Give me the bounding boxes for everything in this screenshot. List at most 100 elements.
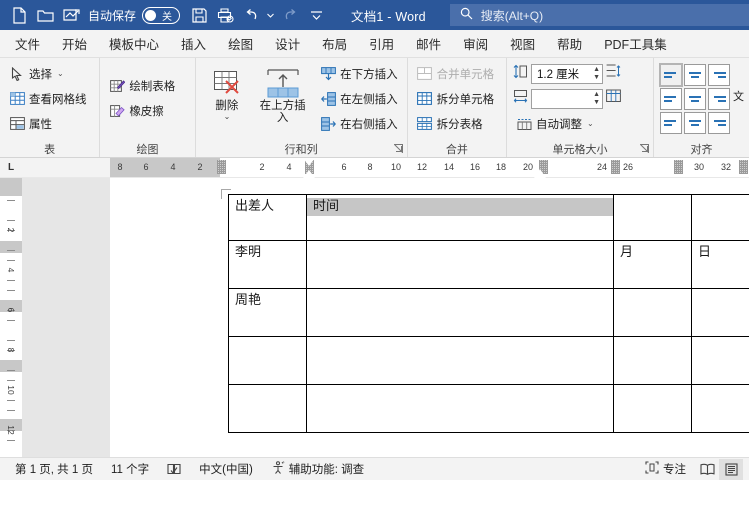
- table-row[interactable]: 李明 月日: [228, 240, 749, 289]
- print-layout-view-button[interactable]: [719, 458, 743, 480]
- tab-references[interactable]: 引用: [358, 30, 405, 57]
- text-direction-label[interactable]: 文: [733, 88, 744, 104]
- document-page[interactable]: 出差人 时间 李明 月日周艳: [110, 178, 749, 457]
- table-cell[interactable]: [691, 384, 749, 433]
- align-top-left-button[interactable]: [659, 63, 683, 87]
- align-middle-center-button[interactable]: [684, 88, 706, 110]
- accessibility-status[interactable]: 辅助功能: 调查: [262, 461, 373, 477]
- read-mode-view-button[interactable]: [695, 459, 719, 480]
- tab-review[interactable]: 审阅: [452, 30, 499, 57]
- tab-template-center[interactable]: 模板中心: [98, 30, 170, 57]
- document-canvas[interactable]: 出差人 时间 李明 月日周艳: [22, 178, 749, 457]
- view-gridlines-button[interactable]: 查看网格线: [6, 87, 90, 110]
- row-height-input[interactable]: 1.2 厘米 ▲ ▼: [531, 63, 603, 84]
- tab-draw[interactable]: 绘图: [217, 30, 264, 57]
- tab-home[interactable]: 开始: [51, 30, 98, 57]
- table-cell[interactable]: [306, 336, 614, 385]
- align-top-center-button[interactable]: [684, 64, 706, 86]
- table-cell[interactable]: [691, 288, 749, 337]
- column-marker[interactable]: [217, 160, 226, 174]
- table-cell[interactable]: 李明: [228, 240, 307, 289]
- chevron-down-icon[interactable]: ⌄: [587, 119, 594, 128]
- eraser-button[interactable]: 橡皮擦: [106, 99, 178, 122]
- chevron-down-icon[interactable]: ⌄: [224, 113, 231, 121]
- table-cell[interactable]: [613, 288, 692, 337]
- undo-dropdown-icon[interactable]: [264, 3, 277, 27]
- split-cells-button[interactable]: 拆分单元格: [414, 87, 498, 110]
- table-row[interactable]: [228, 336, 749, 385]
- table-cell[interactable]: [306, 240, 614, 289]
- chevron-down-icon[interactable]: ⌄: [57, 69, 64, 78]
- tab-layout[interactable]: 布局: [311, 30, 358, 57]
- table-properties-button[interactable]: 属性: [6, 112, 90, 135]
- insert-above-button[interactable]: 在上方插入: [254, 62, 311, 124]
- undo-icon[interactable]: [238, 3, 264, 27]
- table-cell[interactable]: 月: [613, 240, 692, 289]
- proofing-icon[interactable]: [158, 463, 190, 476]
- horizontal-ruler[interactable]: L 864224681012141618202426303236: [0, 158, 749, 178]
- column-width-stepper[interactable]: ▲ ▼: [593, 91, 600, 107]
- tab-file[interactable]: 文件: [4, 30, 51, 57]
- hanging-indent-marker[interactable]: [303, 170, 315, 178]
- focus-mode-button[interactable]: 专注: [636, 461, 695, 477]
- column-width-input[interactable]: ▲ ▼: [531, 88, 603, 109]
- draw-table-button[interactable]: 绘制表格: [106, 74, 178, 97]
- distribute-rows-icon[interactable]: [606, 64, 621, 83]
- insert-right-button[interactable]: 在右侧插入: [317, 112, 401, 135]
- search-input[interactable]: 搜索(Alt+Q): [449, 4, 749, 26]
- table-cell[interactable]: [306, 384, 614, 433]
- insert-below-button[interactable]: 在下方插入: [317, 62, 401, 85]
- table-row[interactable]: 出差人 时间: [228, 194, 749, 241]
- insert-left-button[interactable]: 在左侧插入: [317, 87, 401, 110]
- touch-mode-icon[interactable]: [58, 3, 84, 27]
- right-indent-marker[interactable]: [534, 169, 546, 178]
- table-cell[interactable]: [228, 336, 307, 385]
- table-row[interactable]: [228, 384, 749, 433]
- vertical-ruler[interactable]: 2 4 6 8 10 12: [0, 178, 22, 457]
- customize-qat-icon[interactable]: [303, 3, 329, 27]
- language-indicator[interactable]: 中文(中国): [190, 461, 262, 477]
- align-middle-left-button[interactable]: [660, 88, 682, 110]
- tab-view[interactable]: 视图: [499, 30, 546, 57]
- save-icon[interactable]: [186, 3, 212, 27]
- align-bottom-center-button[interactable]: [684, 112, 706, 134]
- tab-stop-selector[interactable]: L: [0, 158, 22, 177]
- ruler-track[interactable]: 864224681012141618202426303236: [22, 158, 749, 178]
- table-cell[interactable]: 时间: [306, 194, 614, 241]
- tab-mailings[interactable]: 邮件: [405, 30, 452, 57]
- tab-design[interactable]: 设计: [264, 30, 311, 57]
- document-table[interactable]: 出差人 时间 李明 月日周艳: [228, 194, 749, 433]
- table-cell[interactable]: [228, 384, 307, 433]
- table-cell[interactable]: 周艳: [228, 288, 307, 337]
- table-cell[interactable]: [613, 384, 692, 433]
- column-marker[interactable]: [739, 160, 748, 174]
- tab-help[interactable]: 帮助: [546, 30, 593, 57]
- new-document-icon[interactable]: [6, 3, 32, 27]
- row-height-stepper[interactable]: ▲ ▼: [593, 66, 600, 82]
- align-top-right-button[interactable]: [708, 64, 730, 86]
- first-line-indent-marker[interactable]: [303, 158, 315, 166]
- align-bottom-right-button[interactable]: [708, 112, 730, 134]
- select-button[interactable]: 选择 ⌄: [6, 62, 90, 85]
- distribute-columns-icon[interactable]: [606, 89, 621, 108]
- table-cell[interactable]: [613, 194, 692, 241]
- autofit-button[interactable]: 自动调整 ⌄: [513, 112, 621, 135]
- table-cell[interactable]: [613, 336, 692, 385]
- align-middle-right-button[interactable]: [708, 88, 730, 110]
- split-table-button[interactable]: 拆分表格: [414, 112, 498, 135]
- autosave-toggle[interactable]: 关: [142, 6, 181, 24]
- table-cell[interactable]: [691, 194, 749, 241]
- tab-insert[interactable]: 插入: [170, 30, 217, 57]
- dialog-launcher-icon[interactable]: [392, 144, 403, 155]
- page-indicator[interactable]: 第 1 页, 共 1 页: [6, 461, 102, 477]
- delete-button[interactable]: 删除 ⌄: [202, 62, 253, 121]
- table-cell[interactable]: 出差人: [228, 194, 307, 241]
- table-cell[interactable]: [691, 336, 749, 385]
- quick-print-icon[interactable]: [212, 3, 238, 27]
- tab-pdf-tools[interactable]: PDF工具集: [593, 30, 678, 57]
- open-folder-icon[interactable]: [32, 3, 58, 27]
- table-cell[interactable]: 日: [691, 240, 749, 289]
- dialog-launcher-icon[interactable]: [639, 144, 649, 155]
- column-marker[interactable]: [611, 160, 620, 174]
- word-count[interactable]: 11 个字: [102, 461, 158, 477]
